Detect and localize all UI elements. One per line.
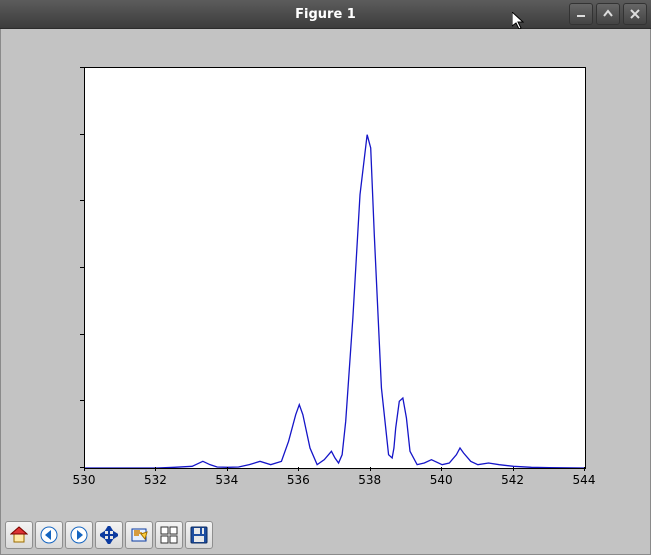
subplots-icon	[160, 526, 178, 544]
save-button[interactable]	[185, 521, 213, 549]
window-title: Figure 1	[295, 7, 356, 22]
ytick-mark	[80, 267, 84, 268]
zoom-rect-icon	[130, 526, 148, 544]
back-arrow-icon	[40, 526, 58, 544]
maximize-icon	[603, 9, 613, 19]
xtick-mark	[370, 467, 371, 471]
window-controls	[569, 3, 647, 25]
zoom-button[interactable]	[125, 521, 153, 549]
ytick-label: 40	[0, 327, 76, 341]
ytick-label: 120	[0, 60, 76, 74]
navigation-toolbar	[5, 520, 215, 550]
close-icon	[630, 9, 640, 19]
pan-button[interactable]	[95, 521, 123, 549]
back-button[interactable]	[35, 521, 63, 549]
ytick-label: 20	[0, 393, 76, 407]
xtick-label: 532	[144, 473, 167, 487]
ytick-mark	[80, 400, 84, 401]
ytick-mark	[80, 67, 84, 68]
figure-content: 0 20 40 60 80 100 120 530 532 534 536 538 540 542 544	[0, 29, 651, 555]
ytick-label: 0	[0, 460, 76, 474]
ytick-label: 80	[0, 193, 76, 207]
ytick-mark	[80, 134, 84, 135]
figure-window: Figure 1 0 20 40 60 80 100 120 530 532 534 536 538 5…	[0, 0, 651, 555]
xtick-label: 542	[501, 473, 524, 487]
line-series	[85, 68, 585, 468]
xtick-mark	[441, 467, 442, 471]
home-button[interactable]	[5, 521, 33, 549]
ytick-label: 100	[0, 127, 76, 141]
axes[interactable]	[84, 67, 586, 469]
xtick-label: 530	[73, 473, 96, 487]
title-bar[interactable]: Figure 1	[0, 0, 651, 29]
xtick-mark	[513, 467, 514, 471]
xtick-label: 536	[287, 473, 310, 487]
minimize-icon	[576, 9, 586, 19]
xtick-mark	[155, 467, 156, 471]
xtick-mark	[84, 467, 85, 471]
forward-arrow-icon	[70, 526, 88, 544]
subplots-button[interactable]	[155, 521, 183, 549]
xtick-mark	[584, 467, 585, 471]
save-icon	[190, 526, 208, 544]
maximize-button[interactable]	[596, 3, 620, 25]
forward-button[interactable]	[65, 521, 93, 549]
xtick-label: 534	[215, 473, 238, 487]
xtick-label: 540	[430, 473, 453, 487]
ytick-mark	[80, 334, 84, 335]
xtick-mark	[298, 467, 299, 471]
ytick-label: 60	[0, 260, 76, 274]
move-icon	[100, 526, 118, 544]
xtick-label: 544	[573, 473, 596, 487]
ytick-mark	[80, 200, 84, 201]
xtick-label: 538	[358, 473, 381, 487]
minimize-button[interactable]	[569, 3, 593, 25]
xtick-mark	[227, 467, 228, 471]
close-button[interactable]	[623, 3, 647, 25]
figure-canvas[interactable]: 020406080100120530532534536538540542544	[9, 37, 642, 504]
home-icon	[10, 526, 28, 544]
